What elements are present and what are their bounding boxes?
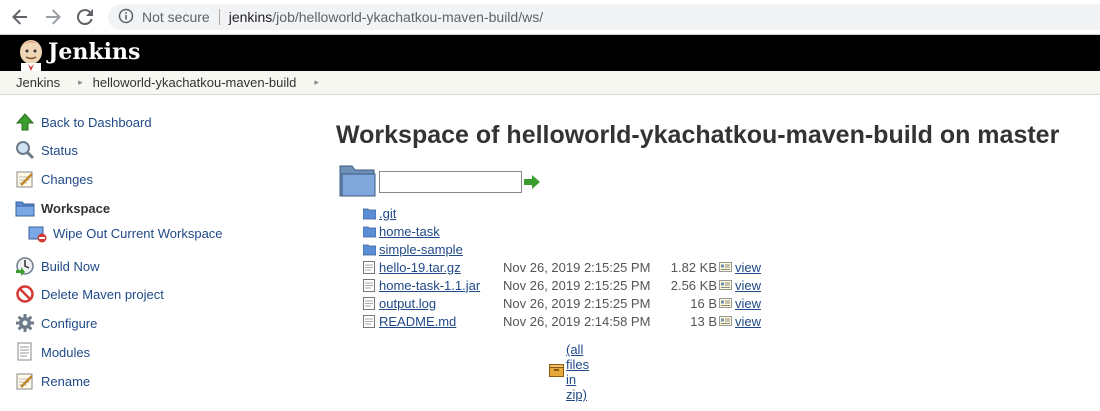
file-size: 16 B: [690, 295, 717, 311]
view-link[interactable]: view: [735, 314, 761, 329]
table-row: home-task-1.1.jar Nov 26, 2019 2:15:25 P…: [363, 276, 763, 294]
list-item: home-task: [362, 222, 440, 240]
reload-icon[interactable]: [73, 5, 97, 29]
no-entry-icon: [14, 283, 36, 305]
go-arrow-icon[interactable]: [524, 175, 540, 192]
view-link[interactable]: view: [735, 278, 761, 293]
page-title: Workspace of helloworld-ykachatkou-maven…: [336, 121, 1060, 149]
task-delete-project[interactable]: Delete Maven project: [14, 283, 164, 305]
file-date: Nov 26, 2019 2:15:25 PM: [503, 259, 651, 275]
task-wipe-out-workspace[interactable]: Wipe Out Current Workspace: [26, 222, 223, 244]
task-label: Wipe Out Current Workspace: [53, 225, 223, 241]
folder-icon: [362, 225, 377, 238]
jenkins-logo-text[interactable]: Jenkins: [48, 39, 140, 65]
file-date: Nov 26, 2019 2:15:25 PM: [503, 295, 651, 311]
fingerprint-icon[interactable]: [719, 260, 732, 275]
task-label: Modules: [41, 344, 91, 360]
file-size: 13 B: [690, 313, 717, 329]
notepad-icon: [14, 370, 36, 392]
folder-icon: [362, 207, 377, 220]
zip-download: (all files in zip): [549, 342, 589, 402]
forward-icon[interactable]: [41, 5, 65, 29]
task-workspace[interactable]: Workspace: [14, 197, 110, 219]
back-icon[interactable]: [8, 5, 32, 29]
file-date: Nov 26, 2019 2:14:58 PM: [503, 313, 651, 329]
breadcrumb-arrow-icon[interactable]: ▸: [314, 77, 319, 88]
list-item: .git: [362, 204, 396, 222]
folder-icon: [339, 164, 376, 197]
file-view: view: [719, 260, 761, 275]
gear-icon: [14, 312, 36, 334]
up-arrow-icon: [14, 111, 36, 133]
file-view: view: [719, 296, 761, 311]
file-size: 1.82 KB: [670, 259, 717, 275]
folder-link[interactable]: simple-sample: [379, 242, 463, 257]
folder-link[interactable]: home-task: [379, 224, 440, 239]
not-secure-label: Not secure: [142, 9, 210, 25]
task-label: Back to Dashboard: [41, 114, 152, 130]
file-link[interactable]: README.md: [379, 314, 456, 329]
file-view: view: [719, 278, 761, 293]
breadcrumb-arrow-icon[interactable]: ▸: [78, 77, 83, 88]
wipe-folder-icon: [26, 222, 48, 244]
fingerprint-icon[interactable]: [719, 314, 732, 329]
task-label: Status: [41, 142, 78, 158]
breadcrumb-jenkins[interactable]: Jenkins: [16, 75, 60, 90]
list-item: simple-sample: [362, 240, 463, 258]
file-link[interactable]: output.log: [379, 296, 436, 311]
task-status[interactable]: Status: [14, 139, 78, 161]
info-icon[interactable]: [118, 8, 134, 27]
jenkins-header: Jenkins: [0, 35, 1100, 71]
folder-icon: [14, 197, 36, 219]
browser-toolbar: Not secure jenkins/job/helloworld-ykacha…: [0, 0, 1100, 35]
file-link[interactable]: home-task-1.1.jar: [379, 278, 480, 293]
file-link[interactable]: hello-19.tar.gz: [379, 260, 461, 275]
file-size: 2.56 KB: [670, 277, 717, 293]
url-separator: [218, 9, 220, 25]
path-input[interactable]: [379, 171, 522, 193]
url-path: /job/helloworld-ykachatkou-maven-build/w…: [272, 9, 544, 25]
folder-link[interactable]: .git: [379, 206, 396, 221]
file-icon: [363, 296, 376, 310]
breadcrumb: Jenkins ▸ helloworld-ykachatkou-maven-bu…: [0, 71, 1100, 95]
task-rename[interactable]: Rename: [14, 370, 90, 392]
task-back-to-dashboard[interactable]: Back to Dashboard: [14, 111, 152, 133]
clock-icon: [14, 255, 36, 277]
file-date: Nov 26, 2019 2:15:25 PM: [503, 277, 651, 293]
file-icon: [363, 260, 376, 274]
file-icon: [363, 278, 376, 292]
task-label: Changes: [41, 171, 94, 187]
folder-icon: [362, 243, 377, 256]
file-view: view: [719, 314, 761, 329]
task-build-now[interactable]: Build Now: [14, 255, 100, 277]
search-icon: [14, 139, 36, 161]
task-modules[interactable]: Modules: [14, 341, 90, 363]
fingerprint-icon[interactable]: [719, 278, 732, 293]
table-row: README.md Nov 26, 2019 2:14:58 PM 13 B v…: [363, 312, 763, 330]
address-bar[interactable]: Not secure jenkins/job/helloworld-ykacha…: [108, 4, 1100, 30]
task-label: Build Now: [41, 258, 100, 274]
task-label: Rename: [41, 373, 91, 389]
task-label: Delete Maven project: [41, 286, 164, 302]
task-label: Workspace: [41, 200, 111, 216]
url-host: jenkins: [228, 9, 273, 25]
view-link[interactable]: view: [735, 260, 761, 275]
all-files-zip-link[interactable]: (all files in zip): [566, 342, 589, 402]
task-changes[interactable]: Changes: [14, 168, 93, 190]
file-icon: [363, 314, 376, 328]
breadcrumb-job[interactable]: helloworld-ykachatkou-maven-build: [93, 75, 297, 90]
table-row: output.log Nov 26, 2019 2:15:25 PM 16 B …: [363, 294, 763, 312]
table-row: hello-19.tar.gz Nov 26, 2019 2:15:25 PM …: [363, 258, 763, 276]
fingerprint-icon[interactable]: [719, 296, 732, 311]
jenkins-butler-icon[interactable]: [15, 38, 47, 71]
package-icon: [549, 364, 564, 380]
document-icon: [14, 341, 36, 363]
task-label: Configure: [41, 315, 98, 331]
view-link[interactable]: view: [735, 296, 761, 311]
notepad-icon: [14, 168, 36, 190]
task-configure[interactable]: Configure: [14, 312, 97, 334]
